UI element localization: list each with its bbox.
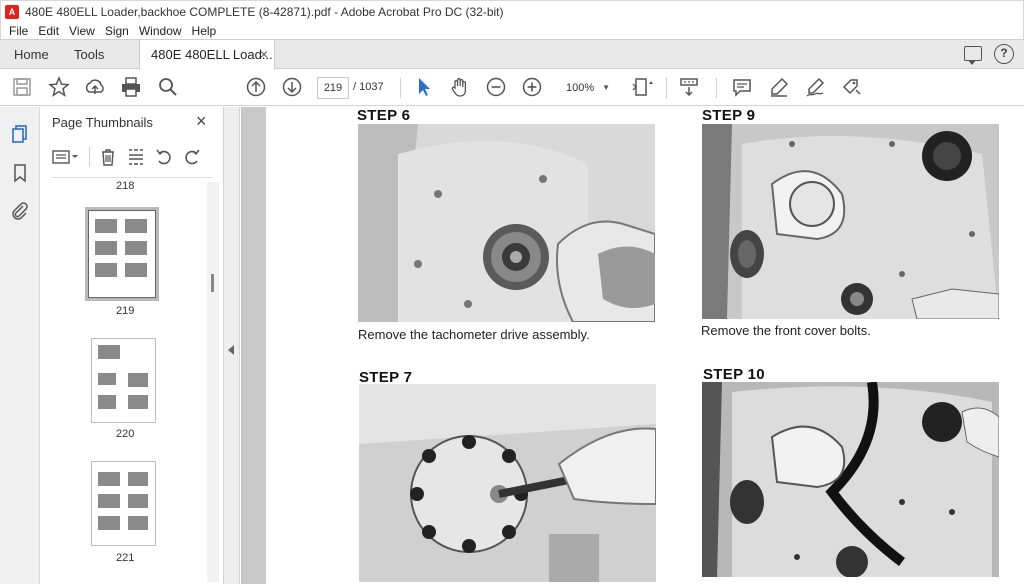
page-down-icon[interactable]: [280, 76, 304, 100]
page-thumbnail-220[interactable]: [91, 338, 156, 423]
step-heading: STEP 10: [703, 366, 765, 383]
menu-window[interactable]: Window: [139, 24, 182, 38]
collapse-arrow-icon: [228, 345, 234, 355]
chevron-down-icon: ▼: [602, 83, 610, 92]
menu-view[interactable]: View: [69, 24, 95, 38]
zoom-out-icon[interactable]: [484, 76, 508, 100]
zoom-value: 100%: [566, 82, 595, 94]
sign-icon[interactable]: [803, 76, 827, 100]
step-photo: [358, 124, 655, 322]
rotate-left-icon[interactable]: [154, 147, 174, 167]
menu-file[interactable]: File: [9, 24, 28, 38]
help-icon[interactable]: ?: [994, 44, 1014, 64]
zoom-select[interactable]: 100% ▼: [556, 77, 614, 99]
highlight-icon[interactable]: [767, 76, 791, 100]
comment-icon[interactable]: [730, 76, 754, 100]
page-thumbnails-panel: Page Thumbnails × 218 219 220 221: [41, 107, 224, 584]
step-photo: [702, 124, 999, 319]
tab-tools[interactable]: Tools: [66, 40, 112, 69]
menu-edit[interactable]: Edit: [38, 24, 59, 38]
thumbnail-label: 221: [116, 552, 135, 564]
panel-toolbar: [51, 147, 202, 167]
extract-pages-icon[interactable]: [126, 147, 146, 167]
panel-collapse-handle[interactable]: [224, 107, 240, 584]
thumbnail-scrollbar[interactable]: [207, 182, 219, 582]
panel-title: Page Thumbnails: [52, 115, 153, 130]
tab-bar: Home Tools 480E 480ELL Load... × ?: [0, 39, 1024, 70]
zoom-in-icon[interactable]: [520, 76, 544, 100]
step-caption: Remove the front cover bolts.: [701, 323, 871, 338]
tab-document-label: 480E 480ELL Load...: [151, 47, 273, 62]
fit-page-icon[interactable]: [630, 76, 654, 100]
title-bar: A 480E 480ELL Loader,backhoe COMPLETE (8…: [0, 0, 1024, 22]
step-heading: STEP 9: [702, 107, 756, 124]
hand-icon[interactable]: [448, 76, 472, 100]
rotate-right-icon[interactable]: [182, 147, 202, 167]
close-icon[interactable]: ×: [196, 111, 207, 132]
step-heading: STEP 6: [357, 107, 411, 124]
acrobat-icon: A: [5, 4, 19, 19]
left-navigation-rail: [0, 107, 40, 584]
scroll-mode-icon[interactable]: [677, 76, 701, 100]
options-menu-icon[interactable]: [51, 147, 81, 167]
print-icon[interactable]: [119, 76, 143, 100]
pdf-page[interactable]: STEP 6 Remove the tachometer drive assem…: [266, 107, 1024, 584]
attachment-icon[interactable]: [10, 201, 30, 221]
window-title: 480E 480ELL Loader,backhoe COMPLETE (8-4…: [25, 4, 504, 19]
page-thumbnail-219[interactable]: [85, 207, 159, 301]
main-toolbar: 219 / 1037 100% ▼: [0, 70, 1024, 106]
bookmark-icon[interactable]: [10, 163, 30, 183]
save-icon[interactable]: [10, 76, 34, 100]
step-photo: [702, 382, 999, 577]
fill-sign-icon[interactable]: [839, 76, 863, 100]
close-icon[interactable]: ×: [260, 40, 268, 69]
step-caption: Remove the tachometer drive assembly.: [358, 327, 590, 342]
search-icon[interactable]: [156, 76, 180, 100]
menu-sign[interactable]: Sign: [105, 24, 129, 38]
page-thumbnails-icon[interactable]: [10, 124, 30, 144]
thumbnail-label: 218: [116, 180, 135, 192]
star-icon[interactable]: [47, 76, 71, 100]
page-total: / 1037: [353, 81, 384, 93]
tab-document[interactable]: 480E 480ELL Load... ×: [139, 40, 275, 70]
menu-help[interactable]: Help: [192, 24, 217, 38]
page-up-icon[interactable]: [244, 76, 268, 100]
delete-icon[interactable]: [98, 147, 118, 167]
thumbnail-label: 220: [116, 428, 135, 440]
select-cursor-icon[interactable]: [412, 76, 436, 100]
tab-home[interactable]: Home: [6, 40, 57, 69]
upload-icon[interactable]: [83, 76, 107, 100]
share-comment-icon[interactable]: [964, 46, 982, 65]
step-photo: [359, 384, 656, 582]
thumbnail-label: 219: [116, 305, 135, 317]
page-thumbnail-221[interactable]: [91, 461, 156, 546]
menu-bar: File Edit View Sign Window Help: [0, 22, 1024, 39]
page-number-input[interactable]: 219: [317, 77, 349, 99]
